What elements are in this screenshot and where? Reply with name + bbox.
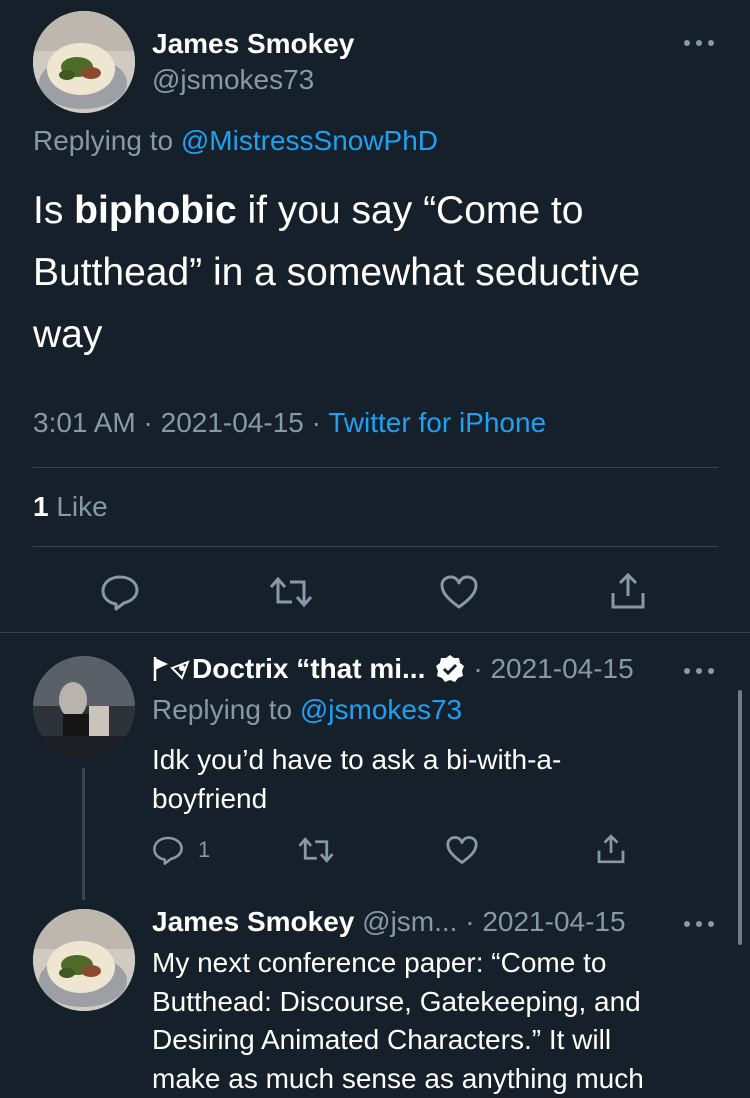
share-icon[interactable] [606, 570, 650, 612]
tweet-text-line-2: Butthead” in a somewhat seductive [33, 242, 640, 304]
thread-line [82, 768, 85, 900]
reply-text: My next conference paper: “Come to Butth… [152, 944, 644, 1098]
meta-separator: · [312, 407, 321, 438]
tweet-time[interactable]: 3:01 AM [33, 407, 136, 438]
likes-stat[interactable]: 1 Like [33, 491, 108, 523]
avatar[interactable] [33, 656, 135, 758]
more-horizontal-icon[interactable] [682, 36, 716, 50]
author-name[interactable]: Doctrix “that mi... [192, 653, 425, 685]
more-horizontal-icon[interactable] [682, 917, 716, 931]
more-horizontal-icon[interactable] [682, 664, 716, 678]
reply-date[interactable]: · 2021-04-15 [473, 653, 633, 685]
author-handle[interactable]: @jsm... [362, 906, 457, 937]
reply-header: Doctrix “that mi... · 2021-04-15 [152, 653, 634, 685]
heart-icon[interactable] [437, 572, 481, 612]
tweet-text-bold: biphobic [74, 189, 236, 232]
reply-text-line-1: Idk you’d have to ask a bi-with-a- [152, 740, 561, 779]
emoji-icon [152, 654, 192, 684]
replying-to-link[interactable]: @MistressSnowPhD [181, 125, 438, 156]
author-name[interactable]: James Smokey [152, 28, 354, 60]
avatar[interactable] [33, 11, 135, 113]
author-name[interactable]: James Smokey [152, 906, 354, 937]
reply-text: Idk you’d have to ask a bi-with-a- boyfr… [152, 740, 561, 818]
reply-text-line-1: My next conference paper: “Come to [152, 944, 644, 983]
reply-date[interactable]: · 2021-04-15 [465, 906, 625, 937]
replying-to-line: Replying to @MistressSnowPhD [33, 125, 438, 157]
tweet-text: Is biphobic if you say “Come to Butthead… [33, 180, 640, 366]
reply-icon[interactable] [98, 572, 142, 612]
tweet-source[interactable]: Twitter for iPhone [328, 407, 546, 438]
divider [0, 632, 750, 633]
tweet-date[interactable]: 2021-04-15 [161, 407, 304, 438]
likes-count: 1 [33, 491, 49, 522]
likes-label: Like [56, 491, 107, 522]
tweet-meta: 3:01 AM · 2021-04-15 · Twitter for iPhon… [33, 407, 546, 439]
retweet-icon[interactable] [296, 834, 336, 866]
replying-prefix: Replying to [152, 694, 292, 725]
tweet-text-line-3: way [33, 304, 640, 366]
reply-text-line-2: Butthead: Discourse, Gatekeeping, and [152, 983, 644, 1022]
replying-to-line: Replying to @jsmokes73 [152, 694, 462, 726]
reply-header: James Smokey @jsm... · 2021-04-15 [152, 906, 626, 938]
reply-icon [152, 834, 184, 866]
reply-text-line-2: boyfriend [152, 779, 561, 818]
meta-separator: · [144, 407, 153, 438]
replying-to-link[interactable]: @jsmokes73 [300, 694, 462, 725]
reply-text-line-4: make as much sense as anything much [152, 1060, 644, 1098]
divider [33, 467, 718, 468]
divider [33, 546, 718, 547]
scrollbar[interactable] [738, 690, 742, 945]
reply-action[interactable]: 1 [152, 834, 210, 866]
reply-count: 1 [198, 837, 210, 863]
replying-prefix: Replying to [33, 125, 173, 156]
retweet-icon[interactable] [266, 572, 316, 612]
share-icon[interactable] [594, 832, 628, 866]
heart-icon[interactable] [444, 834, 480, 866]
author-handle[interactable]: @jsmokes73 [152, 64, 314, 96]
reply-text-line-3: Desiring Animated Characters.” It will [152, 1021, 644, 1060]
tweet-text-line-1: Is biphobic if you say “Come to [33, 180, 640, 242]
avatar[interactable] [33, 909, 135, 1011]
verified-badge-icon [435, 654, 465, 684]
